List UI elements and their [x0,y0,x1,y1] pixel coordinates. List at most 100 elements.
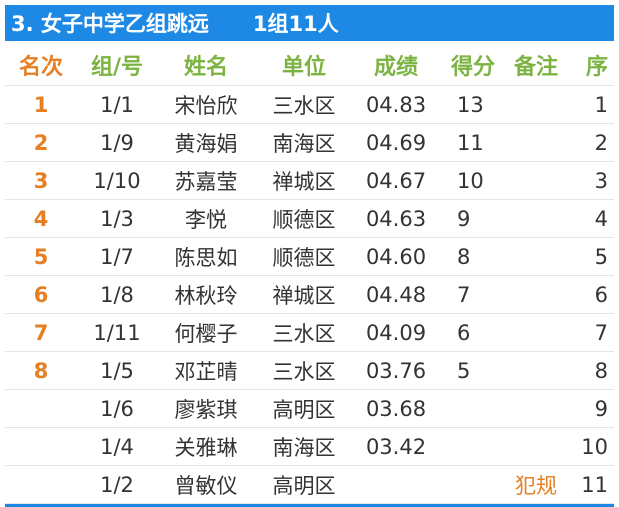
cell-rank: 1 [5,85,77,124]
cell-rank: 8 [5,351,77,390]
cell-result: 03.76 [353,351,439,390]
cell-seq: 2 [571,123,614,162]
cell-result: 04.63 [353,199,439,238]
cell-rank: 7 [5,313,77,352]
cell-seq: 10 [571,427,614,466]
cell-group-no: 1/7 [77,237,157,276]
cell-rank [5,389,77,428]
table-row: 3 1/10 苏嘉莹 禅城区 04.67 10 3 [5,161,614,200]
results-table: 名次 组/号 姓名 单位 成绩 得分 备注 序 1 1/1 宋怡欣 三水区 04… [5,45,614,504]
cell-unit: 三水区 [255,313,353,352]
cell-rank: 2 [5,123,77,162]
cell-score: 13 [439,85,501,124]
table-row: 5 1/7 陈思如 顺德区 04.60 8 5 [5,237,614,276]
table-row: 2 1/9 黄海娟 南海区 04.69 11 2 [5,123,614,162]
cell-seq: 11 [571,465,614,504]
cell-result: 04.09 [353,313,439,352]
header-unit: 单位 [255,45,353,86]
cell-note [501,275,571,314]
table-row: 8 1/5 邓芷晴 三水区 03.76 5 8 [5,351,614,390]
event-title-bar: 3. 女子中学乙组跳远 1组11人 [5,5,614,41]
table-row: 1/4 关雅琳 南海区 03.42 10 [5,427,614,466]
cell-name: 何樱子 [157,313,255,352]
cell-result [353,465,439,504]
cell-score: 7 [439,275,501,314]
cell-result: 04.83 [353,85,439,124]
header-score: 得分 [439,45,501,86]
group-count: 1组11人 [252,12,339,36]
cell-score: 5 [439,351,501,390]
cell-score: 10 [439,161,501,200]
cell-name: 苏嘉莹 [157,161,255,200]
cell-seq: 6 [571,275,614,314]
cell-note [501,199,571,238]
cell-score: 11 [439,123,501,162]
cell-seq: 4 [571,199,614,238]
cell-name: 李悦 [157,199,255,238]
cell-unit: 南海区 [255,123,353,162]
cell-rank [5,427,77,466]
cell-result: 04.60 [353,237,439,276]
cell-seq: 3 [571,161,614,200]
cell-group-no: 1/11 [77,313,157,352]
cell-score [439,465,501,504]
cell-group-no: 1/2 [77,465,157,504]
cell-group-no: 1/10 [77,161,157,200]
table-row: 7 1/11 何樱子 三水区 04.09 6 7 [5,313,614,352]
cell-result: 03.68 [353,389,439,428]
header-result: 成绩 [353,45,439,86]
cell-note [501,85,571,124]
cell-seq: 7 [571,313,614,352]
cell-note [501,351,571,390]
cell-seq: 5 [571,237,614,276]
cell-note [501,313,571,352]
cell-unit: 禅城区 [255,161,353,200]
cell-unit: 顺德区 [255,199,353,238]
event-title: 3. 女子中学乙组跳远 [11,12,209,36]
cell-note: 犯规 [501,465,571,504]
cell-name: 邓芷晴 [157,351,255,390]
cell-result: 04.67 [353,161,439,200]
cell-result: 04.69 [353,123,439,162]
table-row: 1 1/1 宋怡欣 三水区 04.83 13 1 [5,85,614,124]
cell-note [501,161,571,200]
cell-unit: 顺德区 [255,237,353,276]
cell-seq: 1 [571,85,614,124]
table-row: 1/2 曾敏仪 高明区 犯规 11 [5,465,614,504]
cell-name: 关雅琳 [157,427,255,466]
results-page: 3. 女子中学乙组跳远 1组11人 名次 组/号 姓名 单位 成绩 得分 备注 … [0,0,619,507]
cell-rank: 3 [5,161,77,200]
cell-rank: 5 [5,237,77,276]
cell-result: 04.48 [353,275,439,314]
cell-score [439,389,501,428]
cell-group-no: 1/3 [77,199,157,238]
cell-name: 林秋玲 [157,275,255,314]
table-row: 4 1/3 李悦 顺德区 04.63 9 4 [5,199,614,238]
cell-group-no: 1/1 [77,85,157,124]
header-note: 备注 [501,45,571,86]
cell-unit: 南海区 [255,427,353,466]
cell-note [501,427,571,466]
cell-score: 8 [439,237,501,276]
cell-note [501,237,571,276]
header-group-no: 组/号 [77,45,157,86]
cell-group-no: 1/8 [77,275,157,314]
cell-note [501,389,571,428]
cell-seq: 8 [571,351,614,390]
cell-seq: 9 [571,389,614,428]
header-name: 姓名 [157,45,255,86]
table-row: 6 1/8 林秋玲 禅城区 04.48 7 6 [5,275,614,314]
cell-group-no: 1/5 [77,351,157,390]
cell-rank: 4 [5,199,77,238]
cell-group-no: 1/4 [77,427,157,466]
cell-unit: 高明区 [255,389,353,428]
cell-score: 6 [439,313,501,352]
cell-result: 03.42 [353,427,439,466]
cell-unit: 三水区 [255,85,353,124]
header-seq: 序 [571,45,614,86]
cell-name: 陈思如 [157,237,255,276]
header-row: 名次 组/号 姓名 单位 成绩 得分 备注 序 [5,45,614,86]
cell-unit: 三水区 [255,351,353,390]
cell-unit: 高明区 [255,465,353,504]
table-row: 1/6 廖紫琪 高明区 03.68 9 [5,389,614,428]
